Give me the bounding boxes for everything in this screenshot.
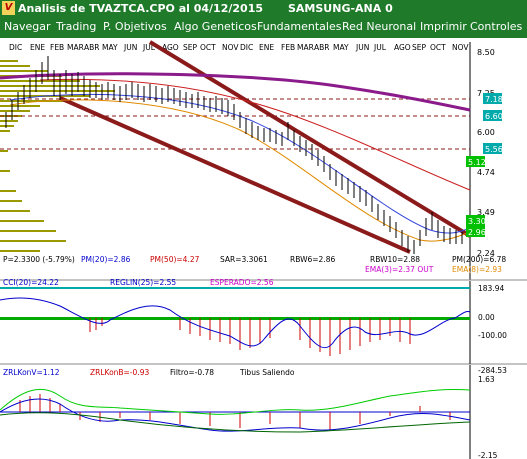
- price-badge: 5.56: [485, 145, 503, 154]
- month-label: ENE: [30, 43, 45, 52]
- month-label: MAY: [102, 43, 118, 52]
- menu-bar: Navegar Trading P. Objetivos Algo Geneti…: [0, 17, 527, 38]
- zrlk-b-value: ZRLKonB=-0.93: [90, 368, 149, 377]
- chart-area[interactable]: DIC ENE FEB MAR ABR MAY JUN JUL AGO SEP …: [0, 38, 527, 459]
- price-badge: 5.12: [468, 158, 486, 167]
- title-bar: V Analisis de TVAZTCA.CPO al 04/12/2015 …: [0, 0, 527, 17]
- ema8-value: EMA(8)=2.93: [452, 265, 502, 274]
- menu-imprimir[interactable]: Imprimir: [420, 20, 467, 33]
- window-title: Analisis de TVAZTCA.CPO al 04/12/2015: [18, 2, 264, 15]
- month-label: SEP: [412, 43, 426, 52]
- cci-value: CCI(20)=24.22: [3, 278, 59, 287]
- price-badge: 7.18: [485, 95, 503, 104]
- month-label: OCT: [430, 43, 446, 52]
- zrlk-axis-label: 1.63: [478, 375, 495, 384]
- price-badge: 3.30: [468, 217, 486, 226]
- esperado-value: ESPERADO=2.56: [210, 278, 274, 287]
- price-axis-label: 6.00: [477, 128, 495, 137]
- month-label: FEB: [50, 43, 64, 52]
- pm20-value: PM(20)=2.86: [81, 255, 131, 264]
- reglin-value: REGLIN(25)=2.55: [110, 278, 176, 287]
- month-label: NOV: [222, 43, 239, 52]
- price-panel: DIC ENE FEB MAR ABR MAY JUN JUL AGO SEP …: [0, 40, 527, 281]
- cci-axis-label: -100.00: [478, 331, 507, 340]
- pm50-value: PM(50)=4.27: [150, 255, 200, 264]
- month-label: ABR: [314, 43, 330, 52]
- month-label: JUN: [123, 43, 137, 52]
- price-axis-label: 8.50: [477, 48, 495, 57]
- month-label: MAR: [297, 43, 314, 52]
- rbw10-value: RBW10=2.88: [370, 255, 420, 264]
- menu-red-neuronal[interactable]: Red Neuronal: [342, 20, 416, 33]
- price-axis-label: 4.74: [477, 168, 495, 177]
- price-badge: 6.60: [485, 112, 503, 121]
- menu-controles[interactable]: Controles: [470, 20, 522, 33]
- cci-axis-label: 183.94: [478, 284, 504, 293]
- symbol-title: SAMSUNG-ANA 0: [288, 2, 393, 15]
- month-label: DIC: [240, 43, 253, 52]
- menu-p-objetivos[interactable]: P. Objetivos: [103, 20, 167, 33]
- rbw6-value: RBW6=2.86: [290, 255, 335, 264]
- menu-navegar[interactable]: Navegar: [4, 20, 51, 33]
- month-label: AGO: [394, 43, 411, 52]
- ema3-value: EMA(3)=2.37 OUT: [365, 265, 434, 274]
- filtro-value: Filtro=-0.78: [170, 368, 214, 377]
- cci-axis-label: 0.00: [478, 313, 495, 322]
- month-label: SEP: [183, 43, 197, 52]
- month-label: OCT: [200, 43, 216, 52]
- zrlk-v-value: ZRLKonV=1.12: [3, 368, 60, 377]
- zrlk-axis-label: -2.15: [478, 451, 498, 459]
- month-label: MAR: [67, 43, 84, 52]
- month-label: DIC: [9, 43, 22, 52]
- menu-trading[interactable]: Trading: [56, 20, 96, 33]
- month-label: JUN: [355, 43, 369, 52]
- month-label: FEB: [281, 43, 295, 52]
- month-label: NOV: [452, 43, 469, 52]
- last-price: P=2.3300 (-5.79%): [3, 255, 75, 264]
- month-axis: DIC ENE FEB MAR ABR MAY JUN JUL AGO SEP …: [9, 43, 469, 52]
- sar-value: SAR=3.3061: [220, 255, 268, 264]
- month-label: ENE: [259, 43, 274, 52]
- app-logo-icon: V: [2, 1, 15, 15]
- month-label: JUL: [373, 43, 387, 52]
- price-badge: 2.96: [468, 228, 486, 237]
- month-label: ABR: [84, 43, 100, 52]
- tibus-status: Tibus Saliendo: [239, 368, 295, 377]
- menu-algo-geneticos[interactable]: Algo Geneticos: [174, 20, 257, 33]
- pm200-value: PM(200)=6.78: [452, 255, 506, 264]
- month-label: MAY: [333, 43, 349, 52]
- cci-axis-label: -284.53: [478, 366, 507, 375]
- menu-fundamentales[interactable]: Fundamentales: [257, 20, 341, 33]
